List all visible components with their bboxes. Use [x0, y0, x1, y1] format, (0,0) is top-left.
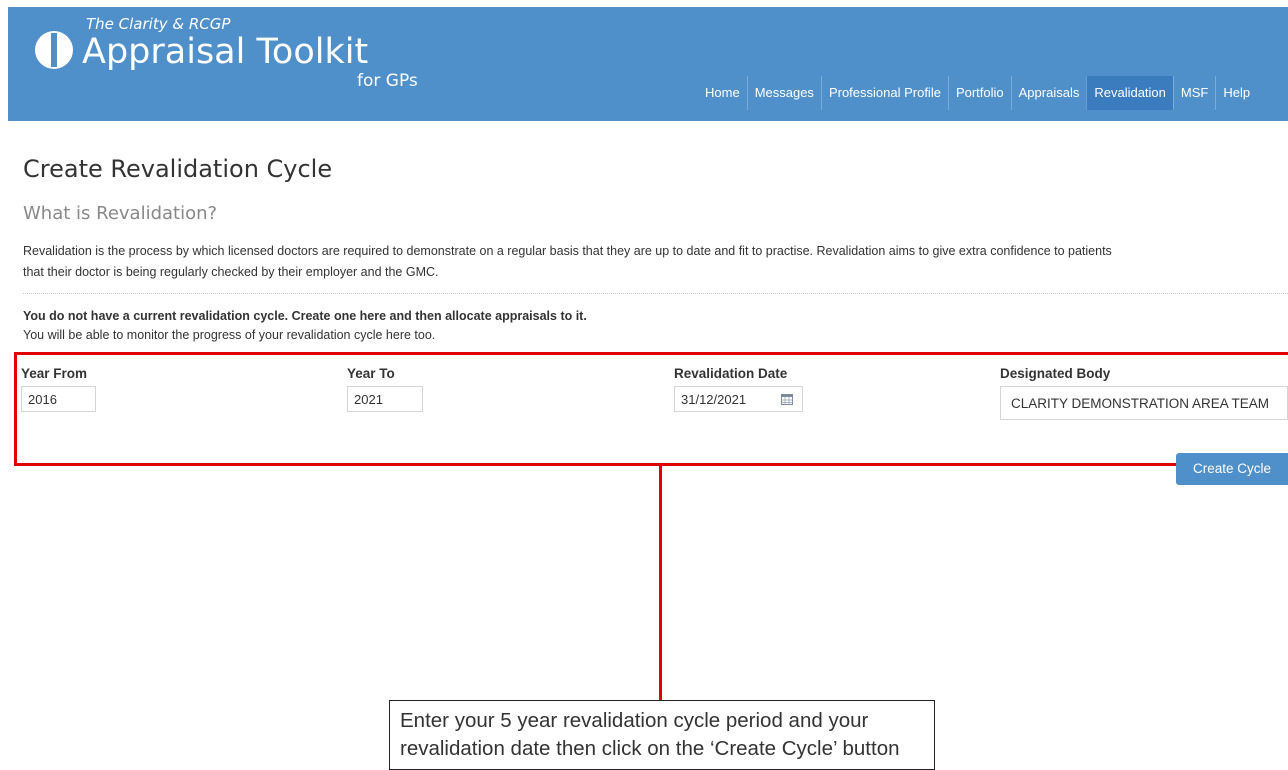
year-from-input[interactable]: 2016 — [21, 386, 96, 412]
designated-body-label: Designated Body — [1000, 366, 1111, 381]
no-cycle-notice: You do not have a current revalidation c… — [23, 309, 587, 323]
year-from-label: Year From — [21, 366, 88, 381]
nav-portfolio[interactable]: Portfolio — [947, 76, 1011, 110]
year-to-input[interactable]: 2021 — [347, 386, 423, 412]
section-title: What is Revalidation? — [23, 203, 218, 224]
logo-title: Appraisal Toolkit — [82, 32, 369, 72]
intro-line: that their doctor is being regularly che… — [23, 265, 439, 279]
site-header: The Clarity & RCGP Appraisal Toolkit for… — [8, 7, 1288, 121]
designated-body-select[interactable]: CLARITY DEMONSTRATION AREA TEAM — [1000, 386, 1288, 420]
divider — [23, 293, 1288, 294]
create-cycle-button[interactable]: Create Cycle — [1176, 453, 1288, 485]
calendar-icon[interactable] — [781, 394, 793, 405]
revalidation-date-label: Revalidation Date — [674, 366, 788, 381]
nav-revalidation[interactable]: Revalidation — [1086, 76, 1173, 110]
monitor-notice: You will be able to monitor the progress… — [23, 328, 436, 342]
main-nav: Home Messages Professional Profile Portf… — [698, 76, 1257, 110]
nav-professional-profile[interactable]: Professional Profile — [820, 76, 948, 110]
nav-help[interactable]: Help — [1215, 76, 1257, 110]
year-to-label: Year To — [347, 366, 395, 381]
page-title: Create Revalidation Cycle — [23, 155, 333, 183]
clarity-logo-icon[interactable] — [34, 30, 74, 70]
callout-connector — [659, 466, 662, 721]
nav-home[interactable]: Home — [698, 76, 747, 110]
nav-messages[interactable]: Messages — [746, 76, 821, 110]
logo-tagline: The Clarity & RCGP — [86, 15, 231, 33]
instruction-callout: Enter your 5 year revalidation cycle per… — [389, 700, 935, 770]
logo-subtitle: for GPs — [357, 71, 418, 91]
intro-line: Revalidation is the process by which lic… — [23, 244, 1112, 258]
nav-appraisals[interactable]: Appraisals — [1010, 76, 1087, 110]
intro-text: Revalidation is the process by which lic… — [23, 241, 1288, 283]
nav-msf[interactable]: MSF — [1172, 76, 1215, 110]
